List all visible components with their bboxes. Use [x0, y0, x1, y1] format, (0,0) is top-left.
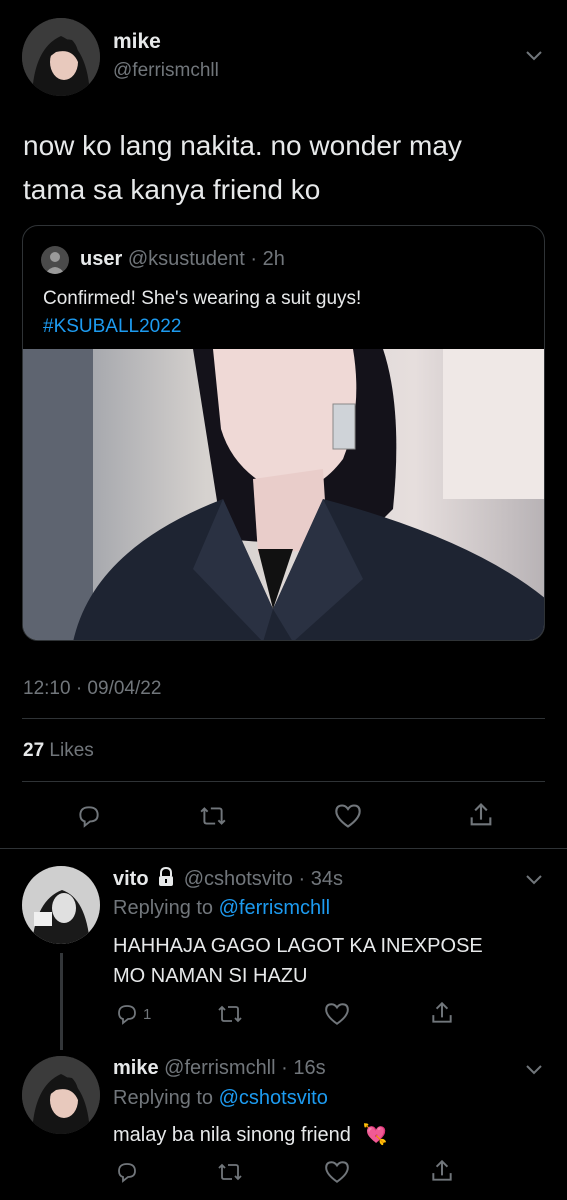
- likes-row[interactable]: 27 Likes: [23, 740, 94, 762]
- quote-display-name: user: [80, 248, 123, 270]
- reply-count: 1: [143, 1005, 152, 1023]
- reply-header: mike @ferrismchll · 16s: [113, 1057, 326, 1080]
- reply-text-body: malay ba nila sinong friend: [113, 1124, 351, 1146]
- reply-text: malay ba nila sinong friend 💘: [113, 1122, 387, 1147]
- quote-tweet-card[interactable]: user @ksustudent · 2h Confirmed! She's w…: [22, 225, 545, 641]
- replying-to: Replying to @ferrismchll: [113, 897, 330, 920]
- likes-label: Likes: [49, 740, 94, 761]
- reply-icon: [115, 1002, 139, 1026]
- avatar[interactable]: [22, 1056, 100, 1134]
- reply-handle[interactable]: @cshotsvito: [184, 868, 293, 890]
- tweet-text: now ko lang nakita. no wonder may tama s…: [23, 124, 553, 212]
- chevron-down-icon[interactable]: [525, 874, 543, 886]
- reply-display-name[interactable]: mike: [113, 1057, 159, 1079]
- quote-header: user @ksustudent · 2h: [80, 248, 285, 271]
- share-icon[interactable]: [429, 1000, 455, 1026]
- reply-text-line-1: HAHHAJA GAGO LAGOT KA INEXPOSE: [113, 935, 483, 957]
- tweet-text-line-1: now ko lang nakita. no wonder may: [23, 130, 462, 161]
- reply-time: · 16s: [281, 1057, 326, 1079]
- reply-handle[interactable]: @ferrismchll: [164, 1057, 275, 1079]
- like-icon[interactable]: [324, 1160, 350, 1184]
- reply-button[interactable]: 1: [115, 1002, 151, 1026]
- tweet-timestamp[interactable]: 12:10 · 09/04/22: [23, 678, 161, 700]
- replying-to: Replying to @cshotsvito: [113, 1087, 328, 1110]
- like-icon[interactable]: [324, 1002, 350, 1026]
- retweet-icon[interactable]: [199, 803, 227, 829]
- heart-arrow-emoji: 💘: [362, 1124, 388, 1146]
- quote-media-image[interactable]: [23, 349, 544, 640]
- quote-handle: @ksustudent: [127, 248, 245, 270]
- share-icon[interactable]: [467, 801, 495, 829]
- reply-text-line-2: MO NAMAN SI HAZU: [113, 965, 308, 987]
- replying-to-handle[interactable]: @ferrismchll: [219, 897, 330, 919]
- share-icon[interactable]: [429, 1158, 455, 1184]
- like-icon[interactable]: [334, 803, 362, 829]
- chevron-down-icon[interactable]: [525, 1064, 543, 1076]
- retweet-icon[interactable]: [217, 1002, 243, 1026]
- reply-display-name[interactable]: vito: [113, 868, 149, 890]
- divider: [0, 848, 567, 849]
- reply-icon[interactable]: [76, 803, 102, 829]
- replying-to-handle[interactable]: @cshotsvito: [219, 1087, 328, 1109]
- quote-hashtag[interactable]: #KSUBALL2022: [43, 316, 181, 338]
- quote-time: · 2h: [250, 248, 285, 270]
- quote-avatar: [41, 246, 69, 274]
- reply-icon[interactable]: [115, 1160, 139, 1184]
- handle[interactable]: @ferrismchll: [113, 60, 219, 82]
- thread-line: [60, 953, 63, 1050]
- retweet-icon[interactable]: [217, 1160, 243, 1184]
- divider: [22, 718, 545, 719]
- quote-text: Confirmed! She's wearing a suit guys!: [43, 288, 362, 309]
- likes-count: 27: [23, 740, 45, 761]
- avatar[interactable]: [22, 866, 100, 944]
- chevron-down-icon[interactable]: [525, 50, 543, 62]
- replying-to-label: Replying to: [113, 897, 214, 919]
- avatar[interactable]: [22, 18, 100, 96]
- reply-header: vito @cshotsvito · 34s: [113, 867, 343, 891]
- tweet-text-line-2: tama sa kanya friend ko: [23, 174, 321, 205]
- reply-time: · 34s: [298, 868, 343, 890]
- lock-icon: [157, 867, 175, 887]
- display-name[interactable]: mike: [113, 30, 161, 54]
- reply-text: HAHHAJA GAGO LAGOT KA INEXPOSE MO NAMAN …: [113, 931, 483, 991]
- divider: [22, 781, 545, 782]
- replying-to-label: Replying to: [113, 1087, 214, 1109]
